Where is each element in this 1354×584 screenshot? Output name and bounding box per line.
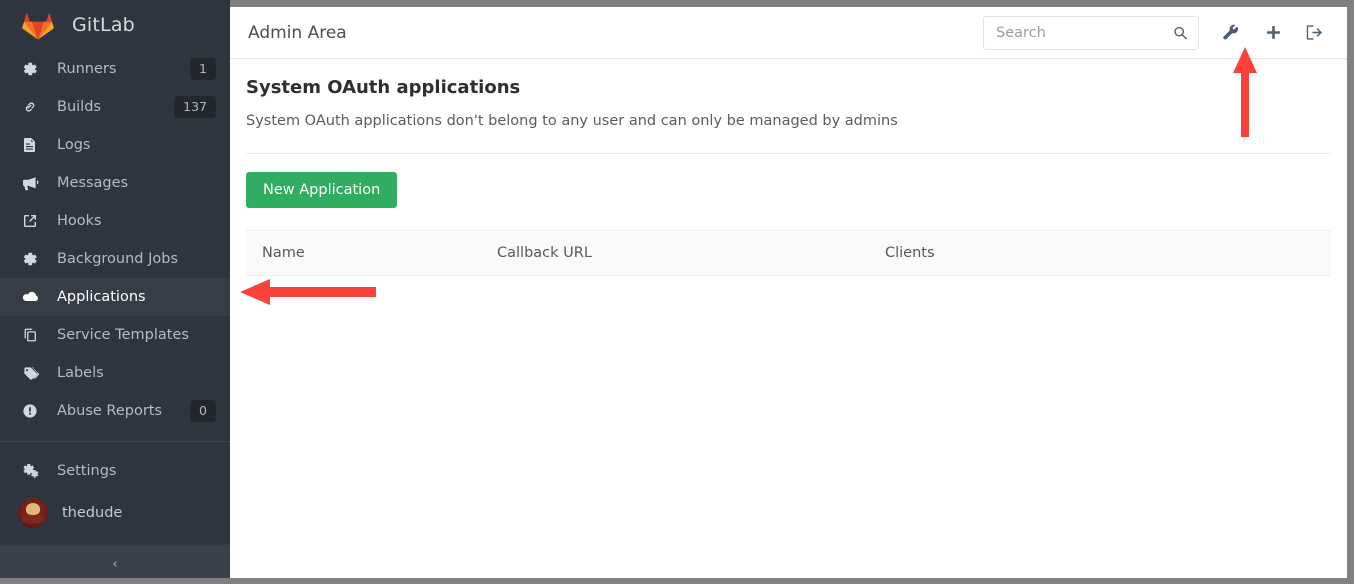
document-icon [22, 136, 44, 154]
plus-icon[interactable] [1263, 22, 1283, 44]
sidebar-item-background-jobs[interactable]: Background Jobs [0, 240, 230, 278]
header-actions [983, 16, 1347, 50]
gitlab-fox-logo-icon [22, 10, 54, 40]
sidebar-item-logs[interactable]: Logs [0, 126, 230, 164]
content-subtitle: System OAuth applications don't belong t… [246, 113, 1331, 129]
window-frame-top [230, 0, 1354, 7]
sidebar-item-label: Applications [57, 289, 146, 305]
exclamation-circle-icon [22, 402, 44, 420]
sidebar-item-labels[interactable]: Labels [0, 354, 230, 392]
sidebar-item-label: Settings [57, 463, 116, 479]
sidebar-item-messages[interactable]: Messages [0, 164, 230, 202]
sidebar-user[interactable]: thedude [0, 490, 230, 536]
sidebar-badge-runners: 1 [190, 58, 216, 81]
sidebar-item-applications[interactable]: Applications [0, 278, 230, 316]
sidebar-badge-builds: 137 [174, 96, 216, 119]
sidebar-item-label: Logs [57, 137, 90, 153]
sidebar-item-label: Hooks [57, 213, 102, 229]
sidebar-item-service-templates[interactable]: Service Templates [0, 316, 230, 354]
tag-icon [22, 364, 44, 382]
chevron-left-icon: ‹ [112, 557, 117, 572]
brand-header[interactable]: GitLab [0, 0, 230, 50]
new-application-button[interactable]: New Application [246, 172, 397, 208]
sidebar-item-settings[interactable]: Settings [0, 452, 230, 490]
applications-table: Name Callback URL Clients [246, 230, 1331, 276]
gears-icon [22, 462, 44, 480]
top-header: Admin Area [230, 7, 1347, 59]
column-header-callback-url: Callback URL [481, 231, 869, 276]
external-link-icon [22, 212, 44, 230]
content-divider [246, 153, 1331, 154]
sidebar-divider [0, 441, 230, 442]
table-header-row: Name Callback URL Clients [246, 231, 1331, 276]
main-content: System OAuth applications System OAuth a… [230, 60, 1347, 578]
sidebar-item-label: Runners [57, 61, 116, 77]
column-header-name: Name [246, 231, 481, 276]
content-heading: System OAuth applications [246, 60, 1331, 98]
sidebar-item-label: Service Templates [57, 327, 189, 343]
page-title: Admin Area [248, 23, 347, 43]
sidebar-item-label: Background Jobs [57, 251, 178, 267]
wrench-icon[interactable] [1221, 22, 1241, 44]
window-frame-bottom [0, 578, 1354, 584]
link-chain-icon [22, 98, 44, 116]
sidebar-item-runners[interactable]: Runners 1 [0, 50, 230, 88]
window-frame-right [1347, 0, 1354, 584]
sidebar-item-label: Abuse Reports [57, 403, 162, 419]
megaphone-icon [22, 174, 44, 192]
column-header-clients: Clients [869, 231, 1331, 276]
sign-out-icon[interactable] [1305, 22, 1325, 44]
brand-name: GitLab [72, 14, 135, 36]
gear-icon [22, 60, 44, 78]
search-box[interactable] [983, 16, 1199, 50]
sidebar-user-name: thedude [62, 505, 122, 521]
sidebar-item-label: Labels [57, 365, 104, 381]
gear-icon [22, 250, 44, 268]
search-icon[interactable] [1173, 25, 1188, 40]
copy-templates-icon [22, 326, 44, 344]
table-header: Name Callback URL Clients [246, 231, 1331, 276]
search-input[interactable] [984, 17, 1198, 49]
sidebar-item-hooks[interactable]: Hooks [0, 202, 230, 240]
sidebar-badge-abuse-reports: 0 [190, 400, 216, 423]
sidebar-item-builds[interactable]: Builds 137 [0, 88, 230, 126]
avatar [18, 498, 48, 528]
sidebar-item-abuse-reports[interactable]: Abuse Reports 0 [0, 392, 230, 430]
sidebar-nav-list: Runners 1 Builds 137 Logs Me [0, 50, 230, 544]
sidebar-item-label: Messages [57, 175, 128, 191]
sidebar: GitLab Runners 1 Builds 137 [0, 0, 230, 584]
cloud-icon [22, 288, 44, 306]
sidebar-item-label: Builds [57, 99, 101, 115]
gitlab-admin-page: GitLab Runners 1 Builds 137 [0, 0, 1354, 584]
